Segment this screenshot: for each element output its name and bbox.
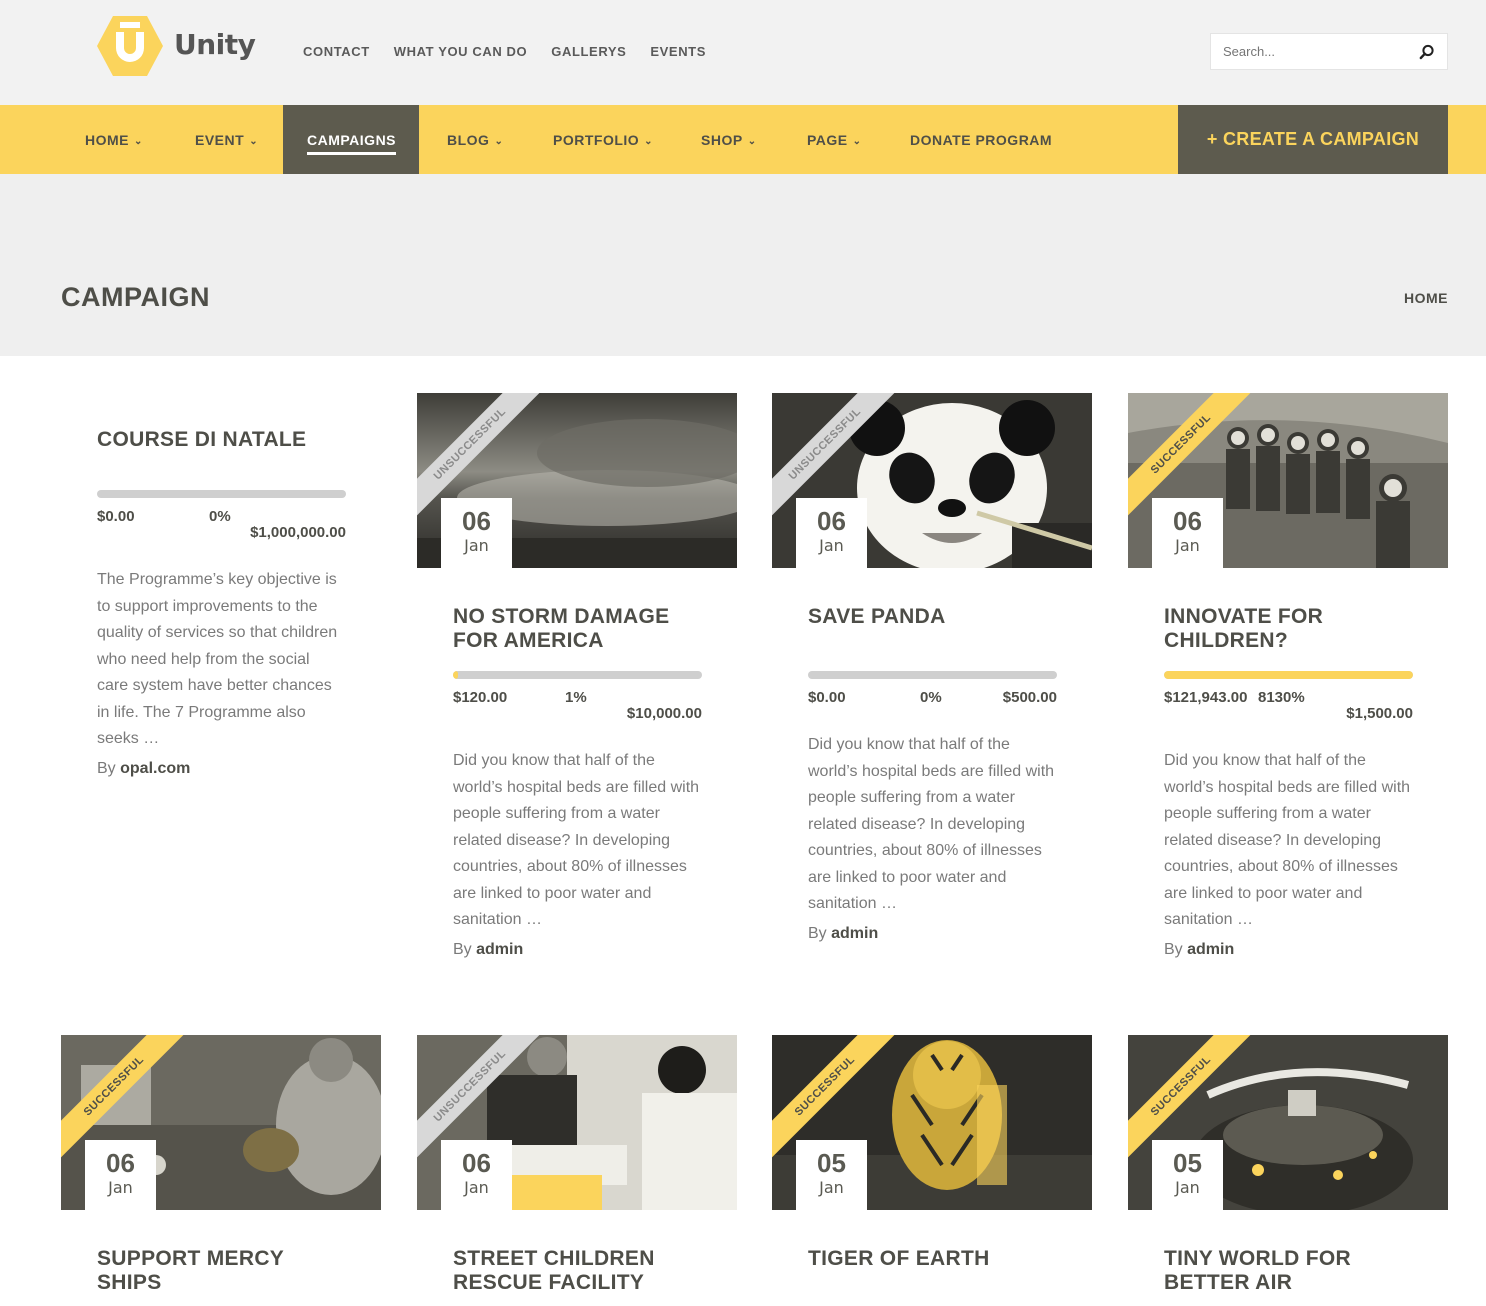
raised-amount: $121,943.00 xyxy=(1164,689,1248,706)
top-header: Unity CONTACT WHAT YOU CAN DO GALLERYS E… xyxy=(0,0,1486,105)
nav-blog[interactable]: BLOG ⌄ xyxy=(447,105,503,174)
campaign-image-link[interactable]: SUCCESSFUL 06 Jan xyxy=(1128,393,1448,568)
campaign-title[interactable]: STREET CHILDREN RESCUE FACILITY xyxy=(453,1247,701,1295)
campaign-card: UNSUCCESSFUL 06 Jan SAVE PANDA $0.00 0% $… xyxy=(772,393,1092,943)
campaign-image-link[interactable]: SUCCESSFUL 05 Jan xyxy=(1128,1035,1448,1210)
progress-fill xyxy=(1164,671,1413,679)
percent-funded: 0% xyxy=(209,508,231,525)
campaign-image-link[interactable]: UNSUCCESSFUL 06 Jan xyxy=(772,393,1092,568)
date-badge: 06 Jan xyxy=(1152,498,1223,568)
topnav-what-you-can-do[interactable]: WHAT YOU CAN DO xyxy=(394,44,527,59)
create-campaign-button[interactable]: + CREATE A CAMPAIGN xyxy=(1178,105,1448,174)
progress-bar xyxy=(808,671,1057,679)
raised-amount: $0.00 xyxy=(808,689,846,706)
nav-donate-program[interactable]: DONATE PROGRAM xyxy=(910,105,1052,174)
campaign-title[interactable]: TIGER OF EARTH xyxy=(808,1247,1056,1271)
nav-event[interactable]: EVENT ⌄ xyxy=(195,105,258,174)
campaign-description: Did you know that half of the world’s ho… xyxy=(808,736,1055,912)
topnav-events[interactable]: EVENTS xyxy=(650,44,706,59)
top-navigation: CONTACT WHAT YOU CAN DO GALLERYS EVENTS xyxy=(303,44,706,59)
raised-amount: $0.00 xyxy=(97,508,135,525)
goal-amount: $1,000,000.00 xyxy=(250,524,346,541)
campaign-image-link[interactable]: SUCCESSFUL 05 Jan xyxy=(772,1035,1092,1210)
nav-shop[interactable]: SHOP ⌄ xyxy=(701,105,757,174)
percent-funded: 1% xyxy=(565,689,587,706)
campaign-image-link[interactable]: SUCCESSFUL 06 Jan xyxy=(61,1035,381,1210)
breadcrumb-home[interactable]: HOME xyxy=(1404,290,1448,306)
goal-amount: $1,500.00 xyxy=(1346,705,1413,722)
logo-hex-icon xyxy=(97,16,163,76)
campaign-image-link[interactable]: UNSUCCESSFUL 06 Jan xyxy=(417,393,737,568)
chevron-down-icon: ⌄ xyxy=(494,136,504,147)
campaign-card: UNSUCCESSFUL 06 Jan STREET CHILDREN RESCU… xyxy=(417,1035,737,1295)
campaign-card: SUCCESSFUL 05 Jan TINY WORLD FOR BETTER A… xyxy=(1128,1035,1448,1295)
campaign-title[interactable]: SUPPORT MERCY SHIPS xyxy=(97,1247,345,1295)
campaign-title[interactable]: COURSE DI NATALE xyxy=(97,428,345,452)
percent-funded: 8130% xyxy=(1258,689,1305,706)
campaign-stats: $0.00 0% $500.00 xyxy=(808,689,1057,719)
author-link[interactable]: admin xyxy=(831,925,878,942)
campaign-card: SUCCESSFUL 06 Jan INNOVATE FOR CHILDREN? … xyxy=(1128,393,1448,959)
campaign-author: By admin xyxy=(453,940,524,958)
campaign-author: By admin xyxy=(1164,940,1235,958)
date-badge: 05 Jan xyxy=(1152,1140,1223,1210)
search-input[interactable] xyxy=(1211,34,1411,69)
search-box xyxy=(1210,33,1448,70)
nav-home[interactable]: HOME ⌄ xyxy=(85,105,143,174)
author-link[interactable]: opal.com xyxy=(120,760,190,777)
campaign-stats: $0.00 0% $1,000,000.00 xyxy=(97,508,346,554)
goal-amount: $10,000.00 xyxy=(626,705,702,722)
site-logo[interactable]: Unity xyxy=(96,14,266,78)
search-icon[interactable] xyxy=(1419,44,1435,60)
date-badge: 06 Jan xyxy=(796,498,867,568)
nav-portfolio[interactable]: PORTFOLIO ⌄ xyxy=(553,105,653,174)
progress-bar xyxy=(453,671,702,679)
goal-amount: $500.00 xyxy=(1002,689,1057,706)
date-badge: 06 Jan xyxy=(441,1140,512,1210)
percent-funded: 0% xyxy=(920,689,942,706)
campaign-title[interactable]: SAVE PANDA xyxy=(808,605,1056,629)
campaign-card: UNSUCCESSFUL 06 Jan NO STORM DAMAGE FOR A… xyxy=(417,393,737,959)
topnav-gallerys[interactable]: GALLERYS xyxy=(551,44,626,59)
page-title: CAMPAIGN xyxy=(61,282,210,312)
campaign-stats: $121,943.00 8130% $1,500.00 xyxy=(1164,689,1413,735)
page-header: CAMPAIGN HOME xyxy=(0,174,1486,356)
campaign-stats: $120.00 1% $10,000.00 xyxy=(453,689,702,735)
chevron-down-icon: ⌄ xyxy=(747,136,757,147)
topnav-contact[interactable]: CONTACT xyxy=(303,44,370,59)
chevron-down-icon: ⌄ xyxy=(644,136,654,147)
progress-bar xyxy=(97,490,346,498)
date-badge: 06 Jan xyxy=(441,498,512,568)
campaign-title[interactable]: TINY WORLD FOR BETTER AIR xyxy=(1164,1247,1412,1295)
campaign-description: The Programme’s key objective is to supp… xyxy=(97,571,338,747)
progress-bar xyxy=(1164,671,1413,679)
nav-campaigns[interactable]: CAMPAIGNS xyxy=(283,105,419,174)
author-link[interactable]: admin xyxy=(1187,941,1234,958)
campaign-description: Did you know that half of the world’s ho… xyxy=(1164,752,1411,928)
date-badge: 06 Jan xyxy=(85,1140,156,1210)
raised-amount: $120.00 xyxy=(453,689,508,706)
campaign-image-link[interactable]: UNSUCCESSFUL 06 Jan xyxy=(417,1035,737,1210)
campaign-card: SUCCESSFUL 05 Jan TIGER OF EARTH xyxy=(772,1035,1092,1271)
date-badge: 05 Jan xyxy=(796,1140,867,1210)
campaign-card-featured: COURSE DI NATALE $0.00 0% $1,000,000.00 … xyxy=(61,393,381,778)
campaign-author: By admin xyxy=(808,924,879,942)
campaign-title[interactable]: INNOVATE FOR CHILDREN? xyxy=(1164,605,1412,653)
campaign-author: By opal.com xyxy=(97,759,191,777)
campaign-description: Did you know that half of the world’s ho… xyxy=(453,752,700,928)
campaign-card: SUCCESSFUL 06 Jan SUPPORT MERCY SHIPS xyxy=(61,1035,381,1295)
chevron-down-icon: ⌄ xyxy=(134,136,143,147)
progress-fill xyxy=(453,671,458,679)
nav-page[interactable]: PAGE ⌄ xyxy=(807,105,862,174)
chevron-down-icon: ⌄ xyxy=(249,136,259,147)
author-link[interactable]: admin xyxy=(476,941,523,958)
logo-text: Unity xyxy=(174,28,256,61)
campaign-title[interactable]: NO STORM DAMAGE FOR AMERICA xyxy=(453,605,701,653)
chevron-down-icon: ⌄ xyxy=(852,136,862,147)
